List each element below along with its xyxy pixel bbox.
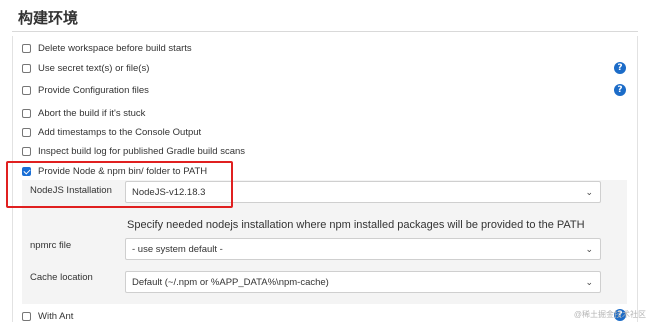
- cache-location-select[interactable]: Default (~/.npm or %APP_DATA%\npm-cache)…: [125, 271, 601, 293]
- checkbox-with-ant[interactable]: [22, 311, 31, 321]
- option-config-files[interactable]: Provide Configuration files: [22, 83, 149, 97]
- checkbox-abort-stuck[interactable]: [22, 108, 31, 118]
- option-provide-node[interactable]: Provide Node & npm bin/ folder to PATH: [22, 164, 207, 178]
- option-label: Provide Node & npm bin/ folder to PATH: [38, 165, 208, 177]
- checkbox-provide-node[interactable]: [22, 166, 31, 176]
- option-label: Add timestamps to the Console Output: [38, 126, 202, 138]
- nodejs-installation-hint: Specify needed nodejs installation where…: [127, 219, 585, 231]
- option-delete-workspace[interactable]: Delete workspace before build starts: [22, 41, 192, 55]
- checkbox-gradle-scans[interactable]: [22, 146, 31, 156]
- option-gradle-scans[interactable]: Inspect build log for published Gradle b…: [22, 144, 245, 158]
- npmrc-file-label: npmrc file: [30, 240, 72, 251]
- option-label: Use secret text(s) or file(s): [38, 62, 150, 74]
- cache-location-value: Default (~/.npm or %APP_DATA%\npm-cache): [132, 276, 329, 288]
- nodejs-installation-select[interactable]: NodeJS-v12.18.3 ⌄: [125, 181, 601, 203]
- option-secret-text[interactable]: Use secret text(s) or file(s): [22, 61, 149, 75]
- option-abort-stuck[interactable]: Abort the build if it's stuck: [22, 106, 145, 120]
- checkbox-delete-workspace[interactable]: [22, 43, 31, 53]
- watermark: @稀土掘金技术社区: [573, 310, 646, 319]
- npmrc-file-value: - use system default -: [132, 243, 223, 255]
- option-label: Provide Configuration files: [38, 84, 149, 96]
- help-icon[interactable]: ?: [614, 62, 626, 74]
- option-label: Abort the build if it's stuck: [38, 107, 146, 119]
- option-label: Inspect build log for published Gradle b…: [38, 145, 246, 157]
- checkbox-timestamps[interactable]: [22, 127, 31, 137]
- checkbox-secret-text[interactable]: [22, 63, 31, 73]
- option-label: Delete workspace before build starts: [38, 42, 192, 54]
- chevron-down-icon: ⌄: [585, 244, 593, 254]
- nodejs-installation-label: NodeJS Installation: [30, 185, 112, 196]
- section-left-border: [12, 36, 13, 322]
- section-title: 构建环境: [18, 9, 79, 27]
- npmrc-file-select[interactable]: - use system default - ⌄: [125, 238, 601, 260]
- cache-location-label: Cache location: [30, 272, 93, 283]
- option-with-ant[interactable]: With Ant: [22, 309, 73, 323]
- chevron-down-icon: ⌄: [585, 277, 593, 287]
- help-icon[interactable]: ?: [614, 84, 626, 96]
- section-right-border: [637, 36, 638, 322]
- nodejs-installation-value: NodeJS-v12.18.3: [132, 186, 206, 198]
- checkbox-config-files[interactable]: [22, 85, 31, 95]
- chevron-down-icon: ⌄: [585, 187, 593, 197]
- option-timestamps[interactable]: Add timestamps to the Console Output: [22, 125, 201, 139]
- option-label: With Ant: [38, 310, 74, 322]
- title-divider: [12, 31, 638, 32]
